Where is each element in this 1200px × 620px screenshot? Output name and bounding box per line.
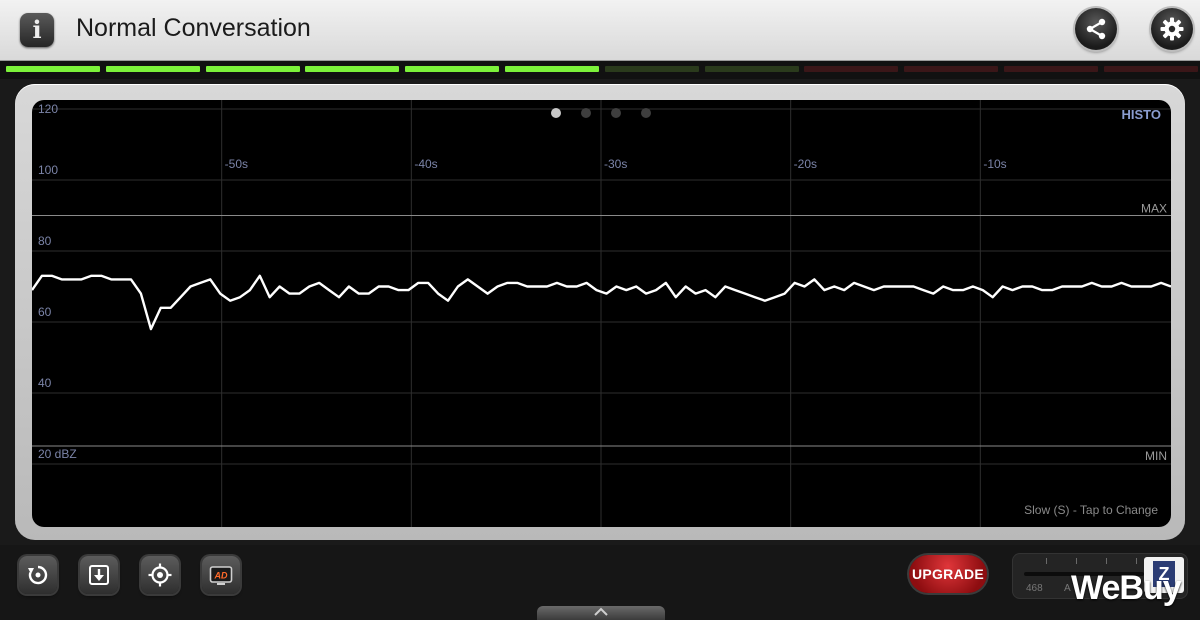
level-segment	[904, 66, 999, 72]
min-label: MIN	[1145, 449, 1167, 463]
level-segment	[6, 66, 100, 72]
ad-label: AD	[214, 571, 228, 581]
zoom-tick	[1106, 558, 1107, 564]
level-segment	[604, 66, 699, 72]
x-axis-label: -10s	[983, 157, 1006, 171]
sound-level-graph[interactable]: 120 100 80 60 40 20 dBZ -50s -40s -30s -20s -10s MA…	[32, 100, 1171, 527]
level-segment	[804, 66, 899, 72]
level-segment	[405, 66, 500, 72]
watermark: WeBuy	[1071, 569, 1182, 607]
response-mode-hint[interactable]: Slow (S) - Tap to Change	[1024, 503, 1158, 517]
gear-icon	[1160, 17, 1184, 41]
settings-button[interactable]	[1151, 8, 1193, 50]
zoom-value: A	[1064, 583, 1071, 594]
reset-icon	[28, 565, 48, 585]
ad-monitor-icon: AD	[209, 566, 233, 585]
upgrade-button[interactable]: UPGRADE	[909, 555, 987, 593]
x-axis-label: -40s	[414, 157, 437, 171]
x-axis-label: -50s	[225, 157, 248, 171]
calibrate-button[interactable]	[141, 556, 179, 594]
level-segment	[1103, 66, 1198, 72]
drawer-handle[interactable]	[537, 606, 665, 620]
zoom-value: 468	[1026, 583, 1043, 594]
info-icon: i	[32, 15, 42, 44]
ad-button[interactable]: AD	[202, 556, 240, 594]
level-segment	[105, 66, 200, 72]
level-segment	[205, 66, 300, 72]
info-button[interactable]: i	[20, 13, 54, 47]
save-button[interactable]	[80, 556, 118, 594]
share-icon	[1086, 18, 1106, 40]
y-axis-label: 60	[38, 305, 52, 319]
download-icon	[89, 565, 109, 585]
max-label: MAX	[1141, 202, 1167, 216]
zoom-tick	[1136, 558, 1137, 564]
graph-canvas: 120 100 80 60 40 20 dBZ -50s -40s -30s -20s -10s MA…	[32, 100, 1171, 527]
top-bar: i Normal Conversation	[0, 0, 1200, 61]
zoom-tick	[1076, 558, 1077, 564]
y-axis-label: 100	[38, 163, 58, 177]
crosshair-icon	[148, 563, 172, 587]
share-button[interactable]	[1075, 8, 1117, 50]
mode-label[interactable]: HISTO	[1122, 107, 1162, 122]
level-segment	[505, 66, 599, 72]
y-axis-label: 20 dBZ	[38, 447, 77, 461]
reset-button[interactable]	[19, 556, 57, 594]
page-title: Normal Conversation	[76, 14, 311, 42]
chevron-up-icon	[594, 607, 608, 616]
zoom-tick	[1046, 558, 1047, 564]
y-axis-label: 120	[38, 102, 58, 116]
level-segment	[305, 66, 400, 72]
y-axis-label: 80	[38, 234, 52, 248]
page-indicator[interactable]	[551, 105, 671, 123]
page-dot[interactable]	[611, 108, 621, 118]
y-axis-label: 40	[38, 376, 52, 390]
page-dot[interactable]	[641, 108, 651, 118]
page-dot[interactable]	[581, 108, 591, 118]
x-axis-label: -20s	[794, 157, 817, 171]
level-segment	[1004, 66, 1098, 72]
level-meter	[0, 61, 1200, 79]
level-segment	[704, 66, 799, 72]
x-axis-label: -30s	[604, 157, 627, 171]
page-dot[interactable]	[551, 108, 561, 118]
